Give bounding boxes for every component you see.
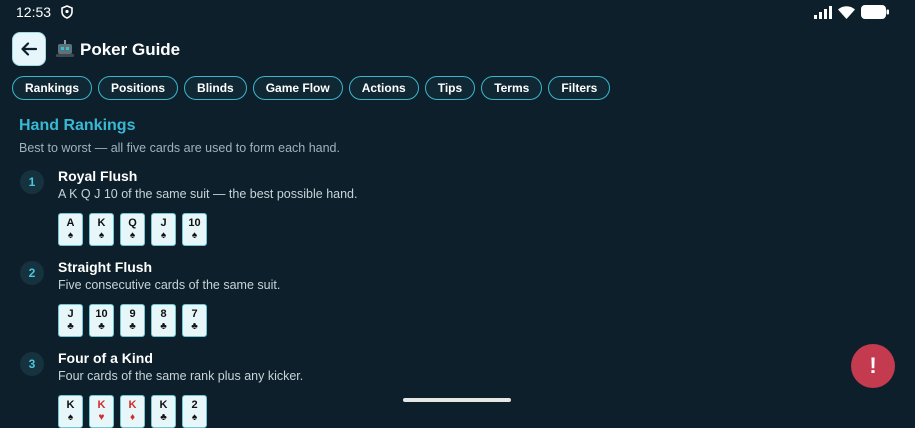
- card-suit-icon: ♣: [98, 321, 105, 332]
- tab-terms[interactable]: Terms: [481, 76, 543, 100]
- cards-row: J ♣ 10 ♣ 9 ♣ 8 ♣ 7 ♣: [58, 304, 207, 337]
- hand-name: Royal Flush: [58, 168, 138, 184]
- tab-positions[interactable]: Positions: [98, 76, 179, 100]
- card-rank: K: [66, 399, 75, 411]
- card-rank: 10: [95, 308, 108, 320]
- card-suit-icon: ♣: [191, 321, 198, 332]
- battery-icon: [861, 5, 889, 19]
- status-icons: [814, 5, 889, 19]
- card-rank: 9: [129, 308, 136, 320]
- card-suit-icon: ♣: [160, 412, 167, 423]
- section-title: Hand Rankings: [19, 117, 136, 134]
- home-indicator[interactable]: [403, 398, 511, 402]
- card-rank: 7: [191, 308, 198, 320]
- wifi-icon: [838, 5, 855, 19]
- alert-button[interactable]: !: [851, 344, 895, 388]
- card-suit-icon: ♠: [67, 412, 74, 423]
- tab-bar: Rankings Positions Blinds Game Flow Acti…: [12, 76, 611, 100]
- playing-card: 9 ♣: [120, 304, 145, 337]
- card-rank: K: [97, 399, 106, 411]
- page-title: Poker Guide: [80, 40, 181, 59]
- back-button[interactable]: [12, 32, 46, 66]
- playing-card: 8 ♣: [151, 304, 176, 337]
- playing-card: Q ♠: [120, 213, 145, 246]
- card-suit-icon: ♣: [67, 321, 74, 332]
- hand-description: A K Q J 10 of the same suit — the best p…: [58, 187, 358, 201]
- card-rank: J: [67, 308, 74, 320]
- card-suit-icon: ♠: [160, 230, 167, 241]
- card-rank: 8: [160, 308, 167, 320]
- cards-row: A ♠ K ♠ Q ♠ J ♠ 10 ♠: [58, 213, 207, 246]
- card-suit-icon: ♠: [191, 230, 198, 241]
- card-suit-icon: ♣: [160, 321, 167, 332]
- tab-filters[interactable]: Filters: [548, 76, 611, 100]
- section-subtitle: Best to worst — all five cards are used …: [19, 141, 340, 155]
- arrow-left-icon: [21, 42, 37, 56]
- hand-description: Four cards of the same rank plus any kic…: [58, 369, 304, 383]
- card-rank: K: [128, 399, 137, 411]
- card-suit-icon: ♠: [129, 230, 136, 241]
- card-rank: Q: [128, 217, 137, 229]
- card-rank: A: [66, 217, 75, 229]
- playing-card: J ♠: [151, 213, 176, 246]
- card-suit-icon: ♣: [129, 321, 136, 332]
- card-suit-icon: ♦: [129, 412, 136, 423]
- shield-icon: [61, 5, 73, 19]
- rank-badge: 1: [20, 170, 44, 194]
- playing-card: K ♠: [89, 213, 114, 246]
- tab-tips[interactable]: Tips: [424, 76, 476, 100]
- playing-card: J ♣: [58, 304, 83, 337]
- card-rank: 2: [191, 399, 198, 411]
- playing-card: 10 ♠: [182, 213, 207, 246]
- rank-badge: 2: [20, 261, 44, 285]
- hand-description: Five consecutive cards of the same suit.: [58, 278, 281, 292]
- card-suit-icon: ♠: [67, 230, 74, 241]
- card-suit-icon: ♠: [98, 230, 105, 241]
- hand-name: Straight Flush: [58, 259, 153, 275]
- rank-badge: 3: [20, 352, 44, 376]
- card-rank: J: [160, 217, 167, 229]
- tab-blinds[interactable]: Blinds: [184, 76, 247, 100]
- tab-game-flow[interactable]: Game Flow: [252, 76, 343, 100]
- robot-icon: [56, 40, 74, 57]
- card-rank: K: [159, 399, 168, 411]
- playing-card: 10 ♣: [89, 304, 114, 337]
- tab-actions[interactable]: Actions: [348, 76, 419, 100]
- signal-icon: [814, 5, 832, 19]
- status-bar: 12:53: [0, 0, 915, 24]
- card-rank: 10: [188, 217, 201, 229]
- hand-name: Four of a Kind: [58, 350, 153, 366]
- card-rank: K: [97, 217, 106, 229]
- card-suit-icon: ♥: [98, 412, 105, 423]
- playing-card: 7 ♣: [182, 304, 207, 337]
- card-suit-icon: ♠: [191, 412, 198, 423]
- playing-card: A ♠: [58, 213, 83, 246]
- status-time: 12:53: [16, 4, 52, 20]
- tab-rankings[interactable]: Rankings: [12, 76, 93, 100]
